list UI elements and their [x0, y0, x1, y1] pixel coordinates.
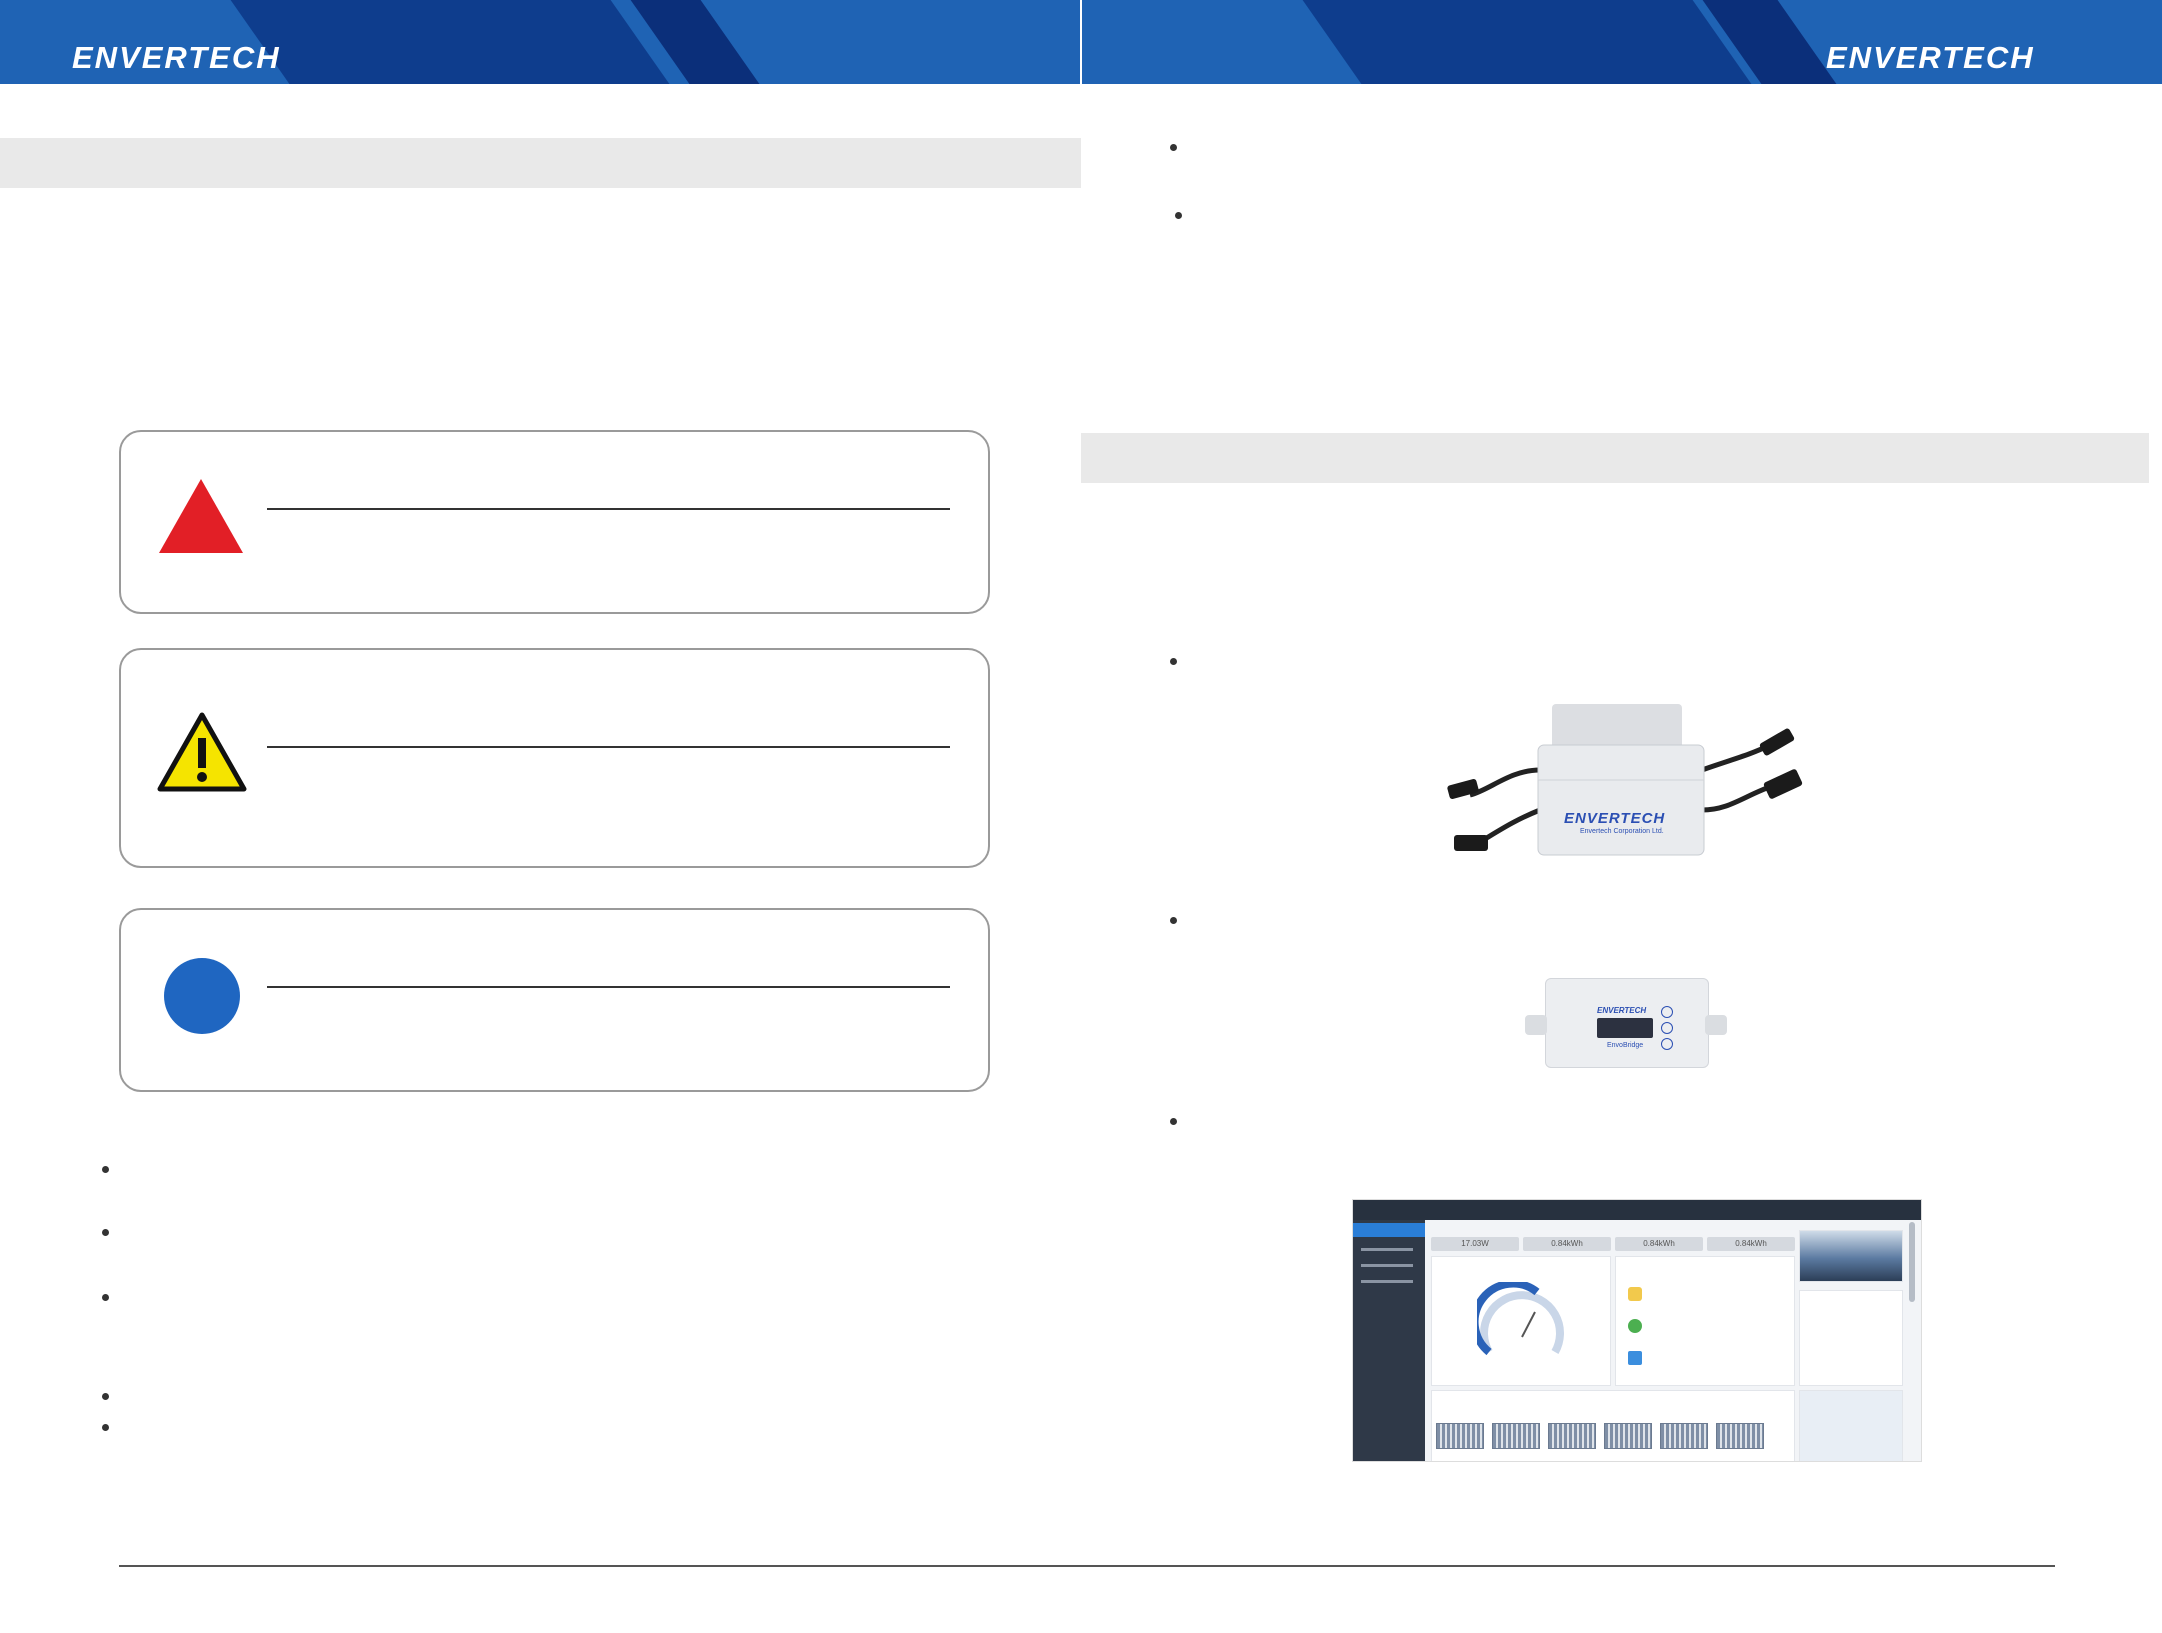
- dashboard-sidebar: [1353, 1220, 1425, 1461]
- list-bullet: [102, 1229, 109, 1236]
- page-gutter: [1080, 0, 1082, 84]
- dashboard-kpi: 0.84kWh: [1523, 1237, 1611, 1251]
- section-heading-bar: [0, 138, 1081, 188]
- dashboard-kpi: 0.84kWh: [1615, 1237, 1703, 1251]
- alert-divider: [267, 986, 950, 988]
- list-bullet: [1170, 917, 1177, 924]
- envobridge-image: ENVERTECH EnvoBridge: [1525, 970, 1727, 1070]
- dashboard-scrollbar: [1909, 1222, 1915, 1302]
- list-bullet: [1175, 212, 1182, 219]
- dashboard-consumption-card: [1615, 1256, 1795, 1386]
- alert-divider: [267, 746, 950, 748]
- list-bullet: [102, 1294, 109, 1301]
- dashboard-photo-card: [1799, 1230, 1903, 1282]
- microinverter-cables-icon: [1447, 704, 1803, 856]
- dashboard-weather-card: [1799, 1290, 1903, 1386]
- bridge-name-label: EnvoBridge: [1607, 1042, 1644, 1049]
- tree-icon: [1628, 1319, 1642, 1333]
- panel-thumbnail: [1660, 1423, 1708, 1449]
- gauge-icon: [1477, 1282, 1564, 1356]
- dashboard-kpi: 17.03W: [1431, 1237, 1519, 1251]
- envertech-logo: ENVERTECH: [1826, 40, 2035, 75]
- bridge-button-icon: [1661, 1006, 1673, 1018]
- factory-icon: [1628, 1351, 1642, 1365]
- header-stripe: [230, 0, 670, 84]
- panel-thumbnail: [1436, 1423, 1484, 1449]
- info-circle-icon: [164, 958, 240, 1034]
- bridge-screen: [1597, 1018, 1653, 1038]
- list-bullet: [1170, 658, 1177, 665]
- inverter-brand-label: ENVERTECH: [1564, 810, 1666, 827]
- monitoring-dashboard-screenshot: 17.03W 0.84kWh 0.84kWh 0.84kWh: [1352, 1199, 1922, 1462]
- bridge-button-icon: [1661, 1022, 1673, 1034]
- panel-thumbnail: [1716, 1423, 1764, 1449]
- list-bullet: [102, 1166, 109, 1173]
- warning-exclamation-icon: [157, 712, 247, 792]
- bridge-brand-label: ENVERTECH: [1597, 1006, 1647, 1015]
- info-alert-box: [119, 908, 990, 1092]
- danger-alert-box: [119, 430, 990, 614]
- page-header-right: ENVERTECH: [1082, 0, 2162, 84]
- danger-triangle-icon: [159, 479, 243, 553]
- microinverter-image: ENVERTECH Envertech Corporation Ltd.: [1440, 700, 1812, 870]
- dashboard-devices-card: [1431, 1390, 1795, 1461]
- envertech-logo: ENVERTECH: [72, 40, 281, 75]
- list-bullet: [1170, 1118, 1177, 1125]
- panel-thumbnail: [1548, 1423, 1596, 1449]
- warning-alert-box: [119, 648, 990, 868]
- dashboard-gauge-card: [1431, 1256, 1611, 1386]
- inverter-subtitle-label: Envertech Corporation Ltd.: [1580, 828, 1664, 835]
- dashboard-sidebar-item: [1361, 1264, 1413, 1267]
- dashboard-sidebar-item: [1361, 1280, 1413, 1283]
- coins-icon: [1628, 1287, 1642, 1301]
- bridge-connector-left: [1525, 1015, 1547, 1035]
- list-bullet: [102, 1424, 109, 1431]
- page-header-left: ENVERTECH: [0, 0, 1080, 84]
- header-stripe: [1302, 0, 1752, 84]
- dashboard-sidebar-active-item: [1353, 1223, 1425, 1237]
- list-bullet: [1170, 144, 1177, 151]
- list-bullet: [102, 1393, 109, 1400]
- dashboard-map-card: [1799, 1390, 1903, 1461]
- panel-thumbnail: [1492, 1423, 1540, 1449]
- dashboard-kpi: 0.84kWh: [1707, 1237, 1795, 1251]
- footer-divider: [119, 1565, 2055, 1567]
- dashboard-sidebar-item: [1361, 1248, 1413, 1251]
- bridge-connector-right: [1705, 1015, 1727, 1035]
- alert-divider: [267, 508, 950, 510]
- dashboard-topbar: [1353, 1200, 1921, 1220]
- bridge-button-icon: [1661, 1038, 1673, 1050]
- section-heading-bar: [1081, 433, 2149, 483]
- panel-thumbnail: [1604, 1423, 1652, 1449]
